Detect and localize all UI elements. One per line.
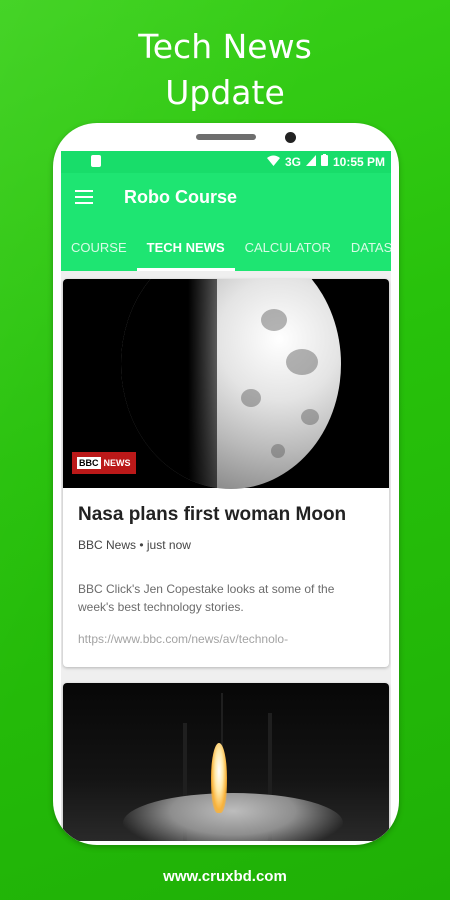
phone-frame: 3G 10:55 PM Robo Course COURSE TECH NEWS… bbox=[53, 123, 399, 845]
article-title[interactable]: Nasa plans first woman Moon bbox=[78, 502, 374, 528]
status-bar: 3G 10:55 PM bbox=[61, 151, 391, 173]
wifi-icon bbox=[266, 155, 280, 169]
app-screen: 3G 10:55 PM Robo Course COURSE TECH NEWS… bbox=[61, 151, 391, 841]
network-type: 3G bbox=[284, 154, 301, 169]
article-description: BBC Click's Jen Copestake looks at some … bbox=[78, 582, 335, 614]
promo-headline: Tech News Update bbox=[0, 24, 450, 116]
card-body: Nasa plans first woman Moon BBC News • j… bbox=[63, 488, 389, 646]
status-bar-right: 3G 10:55 PM bbox=[266, 154, 385, 169]
android-notification-icon bbox=[91, 155, 101, 167]
bbc-logo-text: BBC bbox=[77, 457, 101, 469]
footer-url: www.cruxbd.com bbox=[163, 868, 287, 885]
article-meta: BBC News • just now bbox=[78, 538, 191, 552]
headline-line-1: Tech News bbox=[138, 27, 312, 66]
hamburger-menu-icon[interactable] bbox=[75, 190, 93, 204]
moon-graphic bbox=[121, 279, 341, 489]
tab-tech-news[interactable]: TECH NEWS bbox=[136, 225, 235, 271]
bbc-news-badge: BBC NEWS bbox=[72, 452, 136, 474]
app-title: Robo Course bbox=[124, 187, 238, 207]
tab-bar: COURSE TECH NEWS CALCULATOR DATASHEET bbox=[61, 225, 391, 271]
tab-calculator[interactable]: CALCULATOR bbox=[235, 225, 341, 271]
news-logo-text: NEWS bbox=[103, 458, 131, 468]
app-bar: Robo Course bbox=[61, 173, 391, 225]
news-card[interactable]: BBC NEWS Nasa plans first woman Moon BBC… bbox=[63, 279, 389, 667]
article-link[interactable]: https://www.bbc.com/news/av/technolo- bbox=[78, 632, 374, 646]
battery-icon bbox=[320, 154, 328, 169]
phone-speaker bbox=[196, 134, 256, 140]
status-time: 10:55 PM bbox=[332, 154, 385, 169]
moon-image: BBC NEWS bbox=[63, 279, 389, 489]
rocket-launch-image bbox=[63, 683, 389, 841]
news-feed[interactable]: BBC NEWS Nasa plans first woman Moon BBC… bbox=[61, 271, 391, 841]
tab-course[interactable]: COURSE bbox=[61, 225, 137, 271]
tab-datasheet[interactable]: DATASHEET bbox=[341, 225, 391, 271]
phone-camera bbox=[285, 132, 296, 143]
news-card[interactable] bbox=[63, 683, 389, 841]
headline-line-2: Update bbox=[165, 73, 285, 112]
signal-icon bbox=[305, 154, 316, 169]
